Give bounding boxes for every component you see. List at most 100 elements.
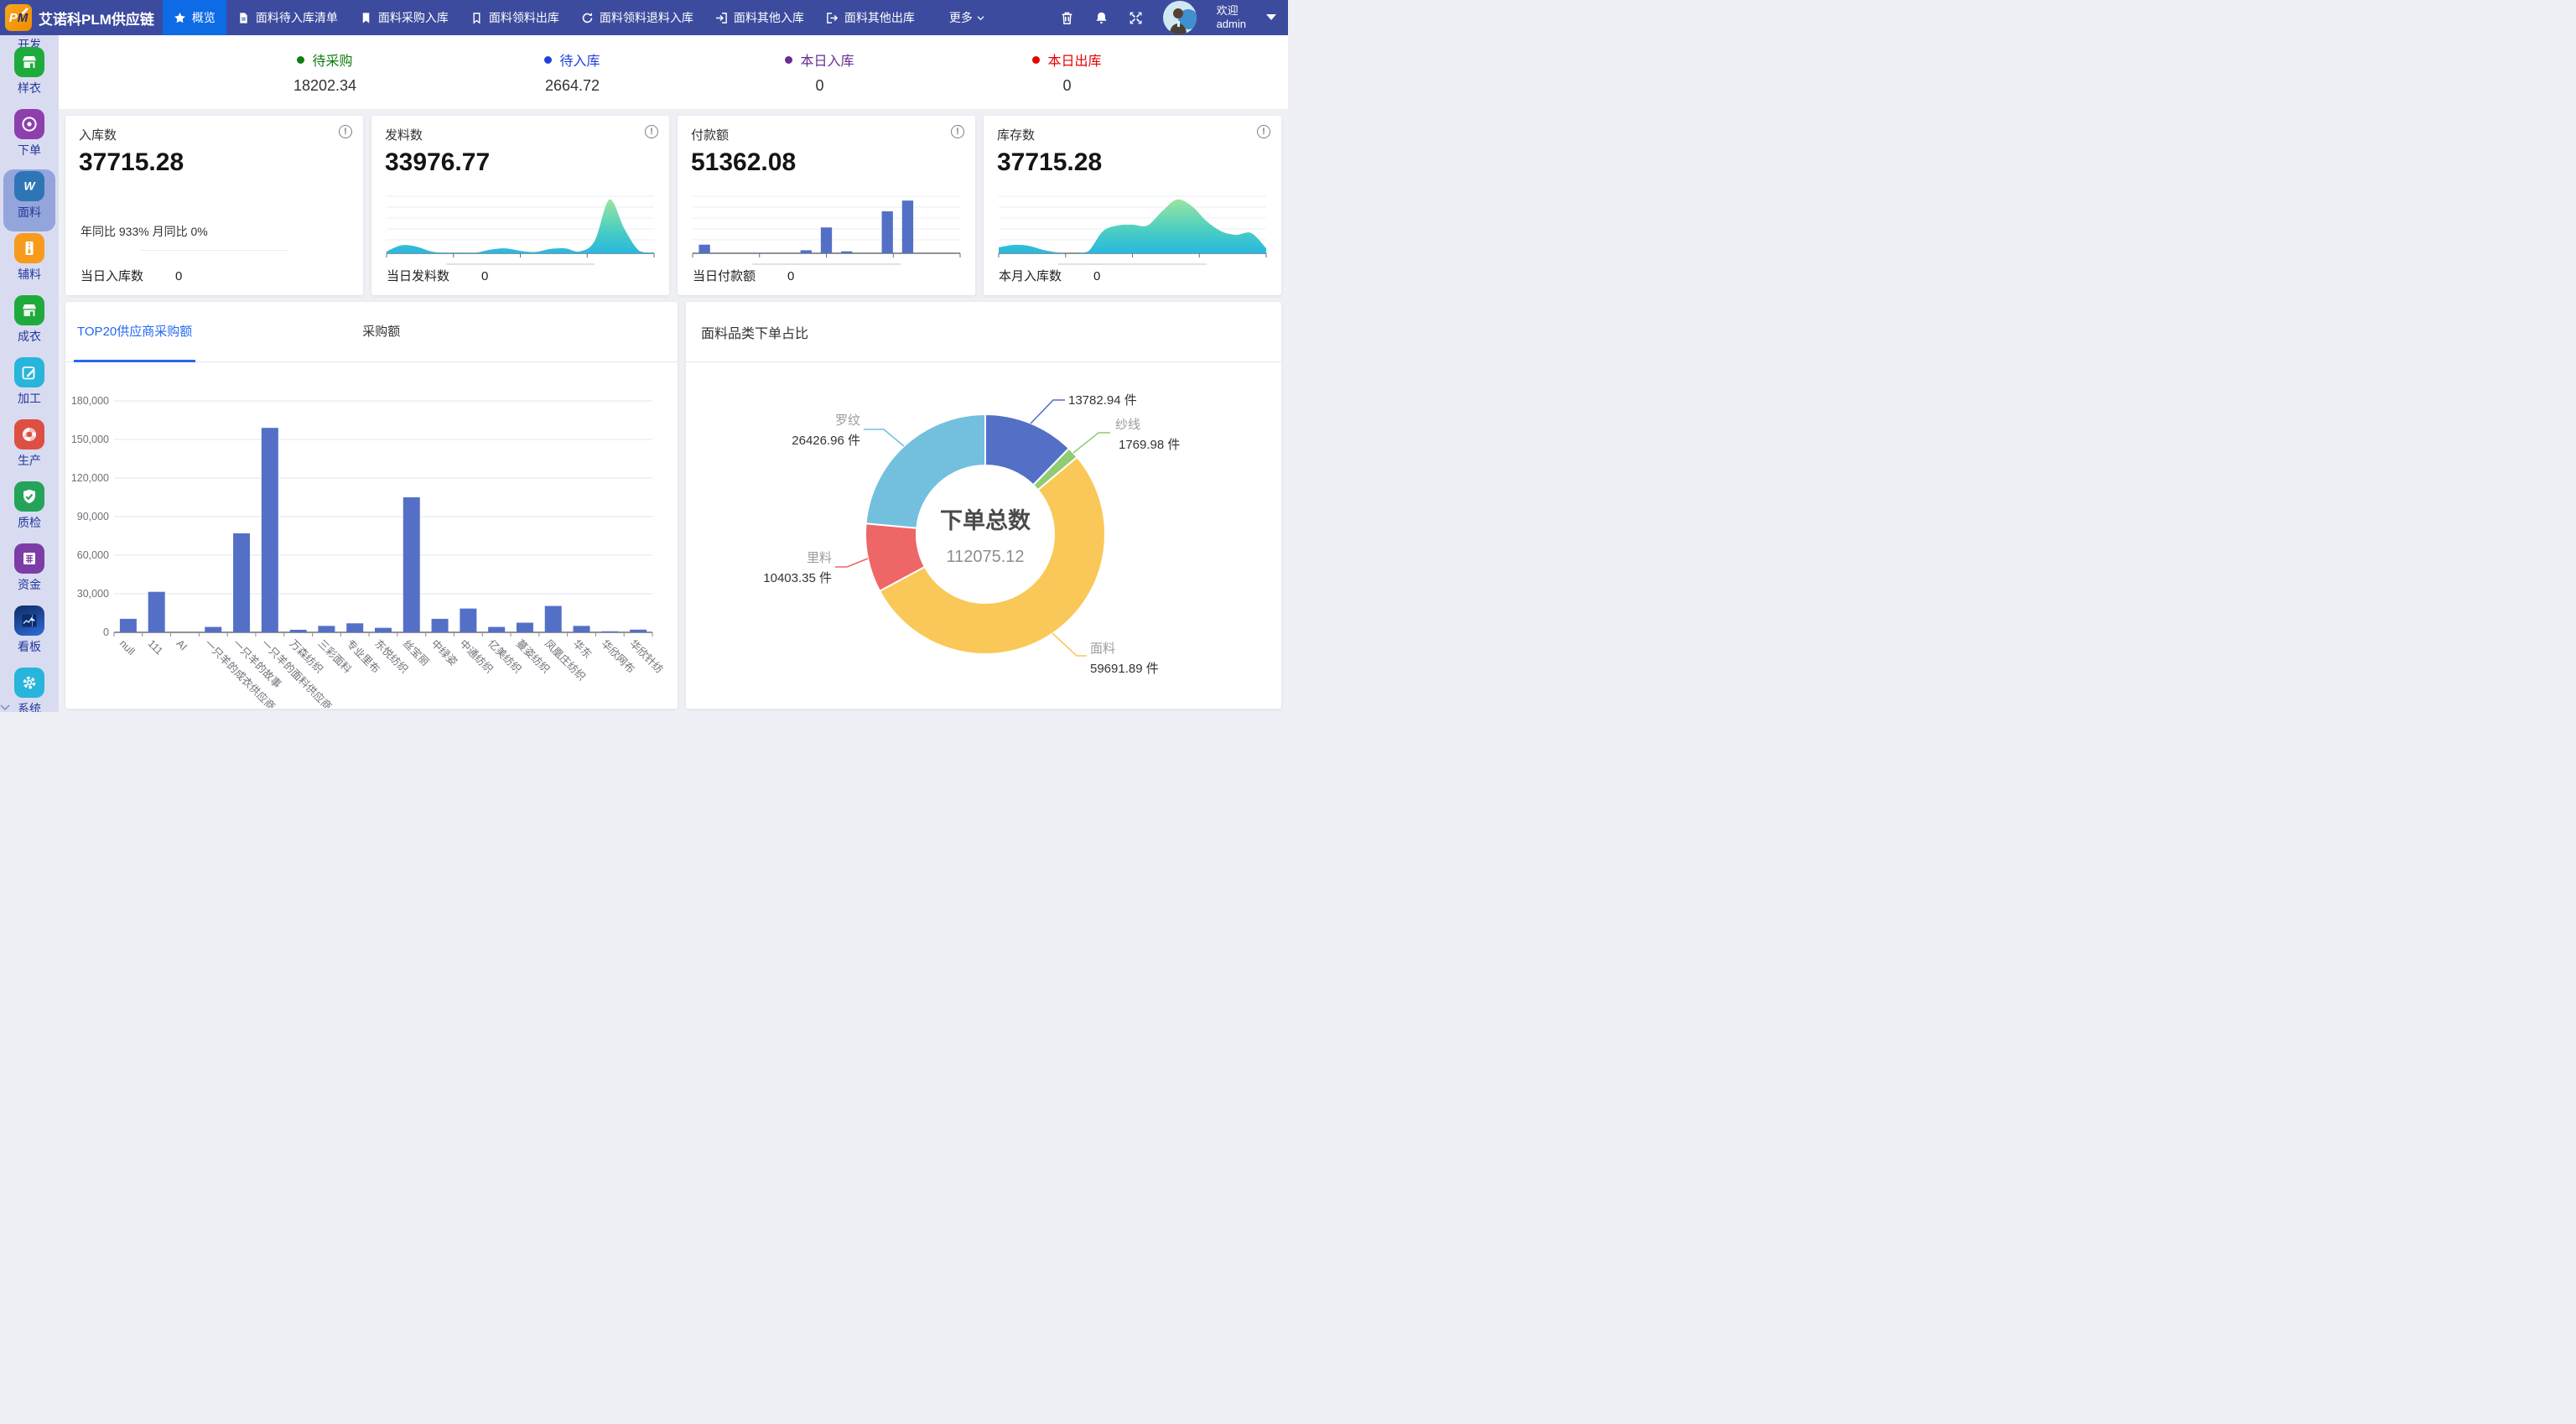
chart-zoom-bar[interactable] [446, 263, 595, 265]
svg-text:150,000: 150,000 [71, 434, 109, 445]
sidebar-icon-tile [14, 481, 44, 512]
user-menu-caret-icon[interactable] [1266, 14, 1276, 21]
issue-trend-spark-chart[interactable] [385, 190, 656, 260]
kpi-value: 37715.28 [79, 148, 350, 177]
kpi-cards-row: 入库数 ! 37715.28 年同比 933% 月同比 0% 当日入库数0 发料… [65, 116, 1281, 295]
sidebar-item-3[interactable]: W 面料 [3, 169, 55, 231]
sidebar-item-label: 生产 [18, 452, 41, 469]
nav-tab-label: 面料其他出库 [844, 9, 915, 26]
nav-more-menu[interactable]: 更多 [949, 9, 984, 26]
payment-trend-spark-chart[interactable] [691, 190, 962, 260]
sidebar-item-label: 质检 [18, 514, 41, 531]
fabric-category-donut-chart[interactable]: 13782.94 件纱线1769.98 件面料59691.89 件里料10403… [686, 362, 1281, 709]
sidebar-icon-tile [14, 295, 44, 325]
word-icon: W [21, 178, 38, 195]
main-content: 待采购18202.34待入库2664.72本日入库0本日出库0 入库数 ! 37… [59, 35, 1288, 712]
chart-zoom-bar[interactable] [752, 263, 901, 265]
fabric-category-panel: 面料品类下单占比 13782.94 件纱线1769.98 件面料59691.89… [686, 302, 1281, 709]
sidebar-item-5[interactable]: 成衣 [3, 294, 55, 356]
fullscreen-icon[interactable] [1129, 11, 1143, 25]
sidebar-icon-tile [14, 47, 44, 77]
sidebar-item-6[interactable]: 加工 [3, 356, 55, 418]
edit-icon [21, 364, 38, 381]
top20-supplier-bar-chart[interactable]: 030,00060,00090,000120,000150,000180,000… [65, 362, 664, 708]
nav-tab-label: 面料领料退料入库 [600, 9, 693, 26]
kpi-value: 33976.77 [385, 148, 656, 177]
nav-tab-3[interactable]: 面料领料出库 [460, 0, 570, 35]
dashboard-page: PM 艾诺科PLM供应链 概览面料待入库清单面料采购入库 面料领料出库 面料领料退料… [0, 0, 1288, 712]
tab-top20-suppliers[interactable]: TOP20供应商采购额 [74, 302, 195, 362]
sidebar-icon-tile [14, 109, 44, 139]
svg-text:111: 111 [146, 637, 165, 657]
fabric-panel-title: 面料品类下单占比 [694, 302, 808, 361]
svg-text:26426.96 件: 26426.96 件 [792, 434, 860, 448]
sidebar-item-7[interactable]: 生产 [3, 418, 55, 480]
stat-dot [297, 56, 304, 64]
nav-tab-5[interactable]: 面料其他入库 [704, 0, 815, 35]
user-avatar[interactable] [1163, 1, 1197, 34]
stock-trend-spark-chart[interactable] [997, 190, 1268, 260]
info-icon[interactable]: ! [339, 125, 352, 138]
sidebar-icon-tile: W [14, 171, 44, 201]
bell-icon[interactable] [1094, 11, 1109, 25]
trash-icon[interactable] [1060, 11, 1074, 25]
stat-dot [785, 56, 792, 64]
app-logo[interactable]: PM [5, 4, 32, 31]
nav-tab-1[interactable]: 面料待入库清单 [226, 0, 349, 35]
kpi-card-inbound: 入库数 ! 37715.28 年同比 933% 月同比 0% 当日入库数0 [65, 116, 363, 295]
sidebar-item-8[interactable]: 质检 [3, 480, 55, 542]
disc-icon [21, 116, 38, 133]
top-navbar: PM 艾诺科PLM供应链 概览面料待入库清单面料采购入库 面料领料出库 面料领料退料… [0, 0, 1288, 35]
svg-text:里料: 里料 [807, 551, 832, 565]
sidebar-icon-tile [14, 543, 44, 574]
stat-0: 待采购18202.34 [201, 35, 449, 109]
stat-value: 2664.72 [545, 77, 600, 95]
svg-text:面料: 面料 [1090, 642, 1115, 656]
sidebar-item-label: 加工 [18, 390, 41, 407]
kpi-value: 37715.28 [997, 148, 1268, 177]
sidebar: 开发样衣下单W面料辅料成衣加工生产质检资金看板系统 [0, 35, 59, 712]
svg-text:null: null [117, 637, 138, 657]
info-icon[interactable]: ! [951, 125, 964, 138]
svg-text:AI: AI [174, 637, 189, 652]
sidebar-item-10[interactable]: 看板 [3, 604, 55, 666]
kpi-value: 51362.08 [691, 148, 962, 177]
info-icon[interactable]: ! [1257, 125, 1270, 138]
supplier-bar-chart-area: 030,00060,00090,000120,000150,000180,000… [65, 362, 678, 709]
shop-icon [21, 302, 38, 319]
sidebar-item-label: 面料 [18, 204, 41, 221]
shop-icon [21, 54, 38, 70]
sidebar-item-label: 辅料 [18, 266, 41, 283]
nav-tab-2[interactable]: 面料采购入库 [349, 0, 460, 35]
kpi-footer: 本月入库数0 [999, 267, 1100, 284]
kpi-title: 发料数 [385, 126, 656, 143]
summary-stats-row: 待采购18202.34待入库2664.72本日入库0本日出库0 [59, 35, 1288, 109]
chart-zoom-bar[interactable] [1058, 263, 1208, 265]
nav-tab-label: 面料领料出库 [489, 9, 559, 26]
calc-icon [21, 550, 38, 567]
stat-value: 0 [1062, 77, 1071, 95]
svg-text:纱线: 纱线 [1115, 418, 1140, 432]
info-icon[interactable]: ! [645, 125, 658, 138]
nav-tab-6[interactable]: 面料其他出库 [815, 0, 926, 35]
sidebar-item-0[interactable]: 开发 [3, 35, 55, 45]
chevron-down-icon [977, 14, 984, 22]
sidebar-item-2[interactable]: 下单 [3, 107, 55, 169]
svg-text:90,000: 90,000 [77, 511, 109, 522]
sidebar-item-1[interactable]: 样衣 [3, 45, 55, 107]
nav-tab-0[interactable]: 概览 [163, 0, 226, 35]
sidebar-scroll-down-icon[interactable] [0, 704, 59, 711]
sidebar-item-9[interactable]: 资金 [3, 542, 55, 604]
stat-dot [1032, 56, 1040, 64]
app-title: 艾诺科PLM供应链 [39, 8, 154, 29]
kpi-footer: 当日付款额0 [693, 267, 794, 284]
svg-text:120,000: 120,000 [71, 472, 109, 484]
svg-text:W: W [23, 179, 36, 193]
welcome-text: 欢迎 admin [1217, 4, 1246, 31]
sidebar-icon-tile [14, 419, 44, 450]
sidebar-item-4[interactable]: 辅料 [3, 231, 55, 294]
tab-purchase-amount[interactable]: 采购额 [359, 302, 403, 362]
sidebar-item-label: 资金 [18, 576, 41, 593]
svg-text:60,000: 60,000 [77, 549, 109, 561]
nav-tab-4[interactable]: 面料领料退料入库 [570, 0, 704, 35]
